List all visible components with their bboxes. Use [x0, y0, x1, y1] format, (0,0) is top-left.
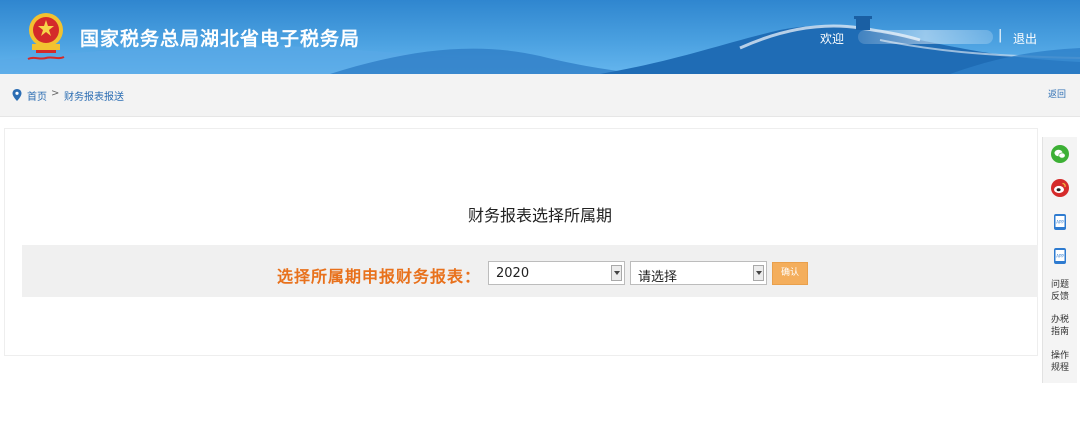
back-link[interactable]: 返回	[1048, 87, 1066, 100]
report-period-select-value: 请选择	[638, 270, 678, 285]
tax-guide-link-line1: 办税	[1050, 315, 1069, 325]
year-select[interactable]: 2020	[488, 261, 625, 285]
right-float-toolbar: APP APP 问题 反馈 办税 指南 操作 规程	[1042, 137, 1077, 383]
feedback-link-line1: 问题	[1050, 280, 1069, 290]
operation-rules-link-line1: 操作	[1050, 351, 1069, 361]
app-icon[interactable]: APP	[1051, 213, 1069, 231]
dropdown-arrow-icon[interactable]	[753, 265, 764, 281]
feedback-link[interactable]: 问题 反馈	[1043, 279, 1077, 303]
app-icon[interactable]: APP	[1051, 247, 1069, 265]
main-panel	[4, 128, 1038, 356]
site-title: 国家税务总局湖北省电子税务局	[80, 28, 361, 50]
site-header: 国家税务总局湖北省电子税务局 欢迎 | 退出	[0, 0, 1080, 74]
period-form-label: 选择所属期申报财务报表：	[277, 267, 482, 286]
feedback-link-line2: 反馈	[1050, 292, 1069, 302]
year-select-value: 2020	[496, 266, 530, 281]
breadcrumb-separator: >	[51, 88, 60, 99]
location-pin-icon	[12, 89, 22, 101]
app-badge-text: APP	[1056, 254, 1064, 259]
page-heading: 财务报表选择所属期	[467, 206, 612, 225]
confirm-button[interactable]: 确认	[772, 262, 808, 285]
weibo-icon[interactable]	[1051, 179, 1069, 197]
breadcrumb-home-link[interactable]: 首页	[27, 88, 47, 103]
logout-link[interactable]: 退出	[1013, 30, 1037, 47]
username-redacted	[858, 30, 993, 44]
tax-emblem-logo	[27, 13, 65, 60]
welcome-text: 欢迎	[820, 32, 845, 46]
tax-guide-link-line2: 指南	[1050, 327, 1069, 337]
operation-rules-link[interactable]: 操作 规程	[1043, 350, 1077, 374]
wechat-icon[interactable]	[1051, 145, 1069, 163]
breadcrumb: 首页 > 财务报表报送 返回	[0, 74, 1080, 117]
app-badge-text: APP	[1056, 220, 1064, 225]
dropdown-arrow-icon[interactable]	[611, 265, 622, 281]
report-period-select[interactable]: 请选择	[630, 261, 767, 285]
tax-guide-link[interactable]: 办税 指南	[1043, 314, 1077, 338]
breadcrumb-current: 财务报表报送	[64, 92, 124, 103]
header-separator: |	[998, 28, 1003, 43]
operation-rules-link-line2: 规程	[1050, 363, 1069, 373]
